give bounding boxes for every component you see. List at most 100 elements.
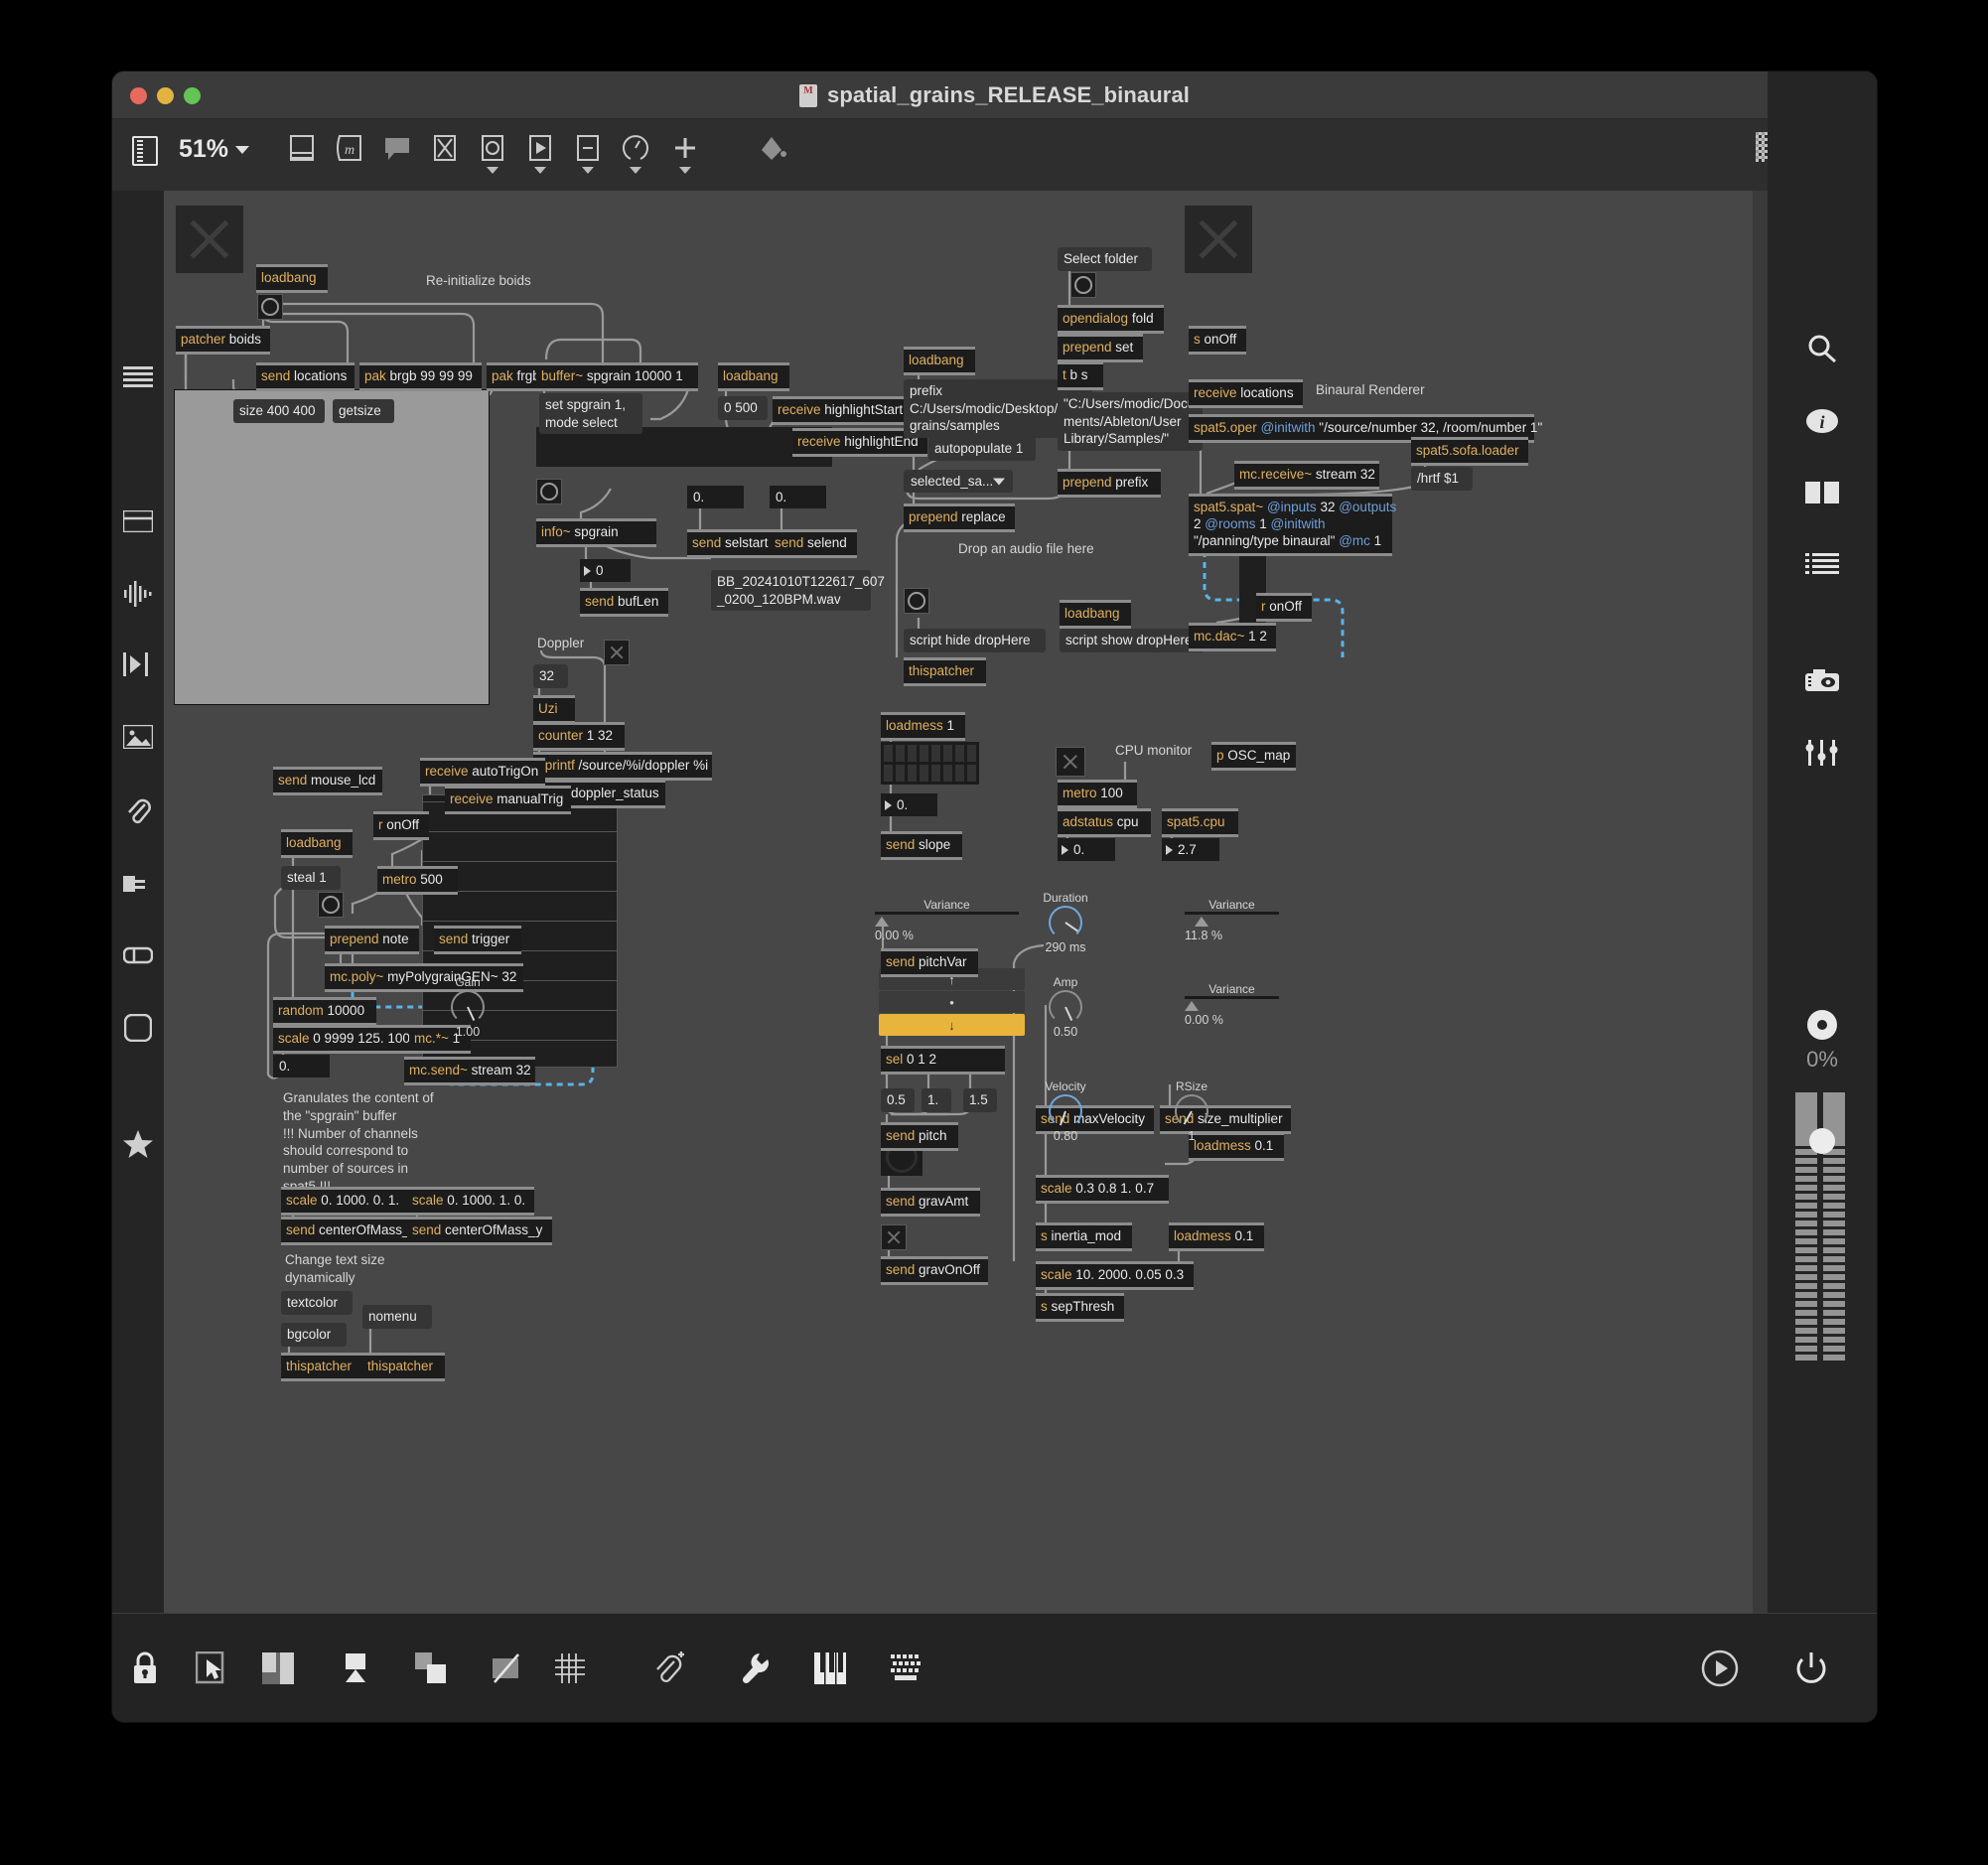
list-icon[interactable] bbox=[1800, 542, 1844, 586]
sliders-icon[interactable] bbox=[1800, 731, 1844, 775]
number-object-icon[interactable] bbox=[573, 133, 603, 174]
arrange-icon[interactable] bbox=[410, 1648, 452, 1689]
send_pitch-object[interactable]: send pitch bbox=[881, 1122, 958, 1151]
scale_cx-object[interactable]: scale 0. 1000. 0. 1. bbox=[281, 1187, 408, 1216]
msg_1-message[interactable]: 1. bbox=[922, 1088, 951, 1112]
bang-object-icon[interactable] bbox=[478, 133, 507, 174]
record-icon[interactable] bbox=[1800, 1003, 1844, 1047]
panels-icon[interactable] bbox=[1800, 471, 1844, 514]
random-object[interactable]: random 10000 bbox=[273, 997, 376, 1026]
num_slope-numbertri[interactable]: 0. bbox=[881, 793, 937, 816]
hamburger-menu-icon[interactable] bbox=[120, 359, 156, 395]
boids-lcd-display[interactable] bbox=[174, 389, 490, 705]
msg_wav-message[interactable]: BB_20241010T122617_607 _0200_120BPM.wav bbox=[711, 570, 885, 612]
num_sel1-number[interactable]: 0. bbox=[687, 486, 744, 508]
msg_hrtf-message[interactable]: /hrtf $1 bbox=[1411, 467, 1473, 491]
pitch-down-button[interactable]: ↓ bbox=[879, 1014, 1025, 1036]
lock-icon[interactable] bbox=[124, 1648, 166, 1689]
s_septhresh-object[interactable]: s sepThresh bbox=[1036, 1293, 1124, 1322]
adstatus-object[interactable]: adstatus cpu bbox=[1058, 808, 1151, 837]
k_gain-ring[interactable] bbox=[451, 990, 485, 1024]
send_trigger-object[interactable]: send trigger bbox=[434, 926, 521, 954]
send_selend-object[interactable]: send selend bbox=[770, 529, 857, 558]
loadbang_2-object[interactable]: loadbang bbox=[718, 362, 789, 391]
scale_03-object[interactable]: scale 0.3 0.8 1. 0.7 bbox=[1036, 1175, 1169, 1204]
patcher_boids-object[interactable]: patcher boids bbox=[176, 326, 270, 355]
r_onoff_left-object[interactable]: r onOff bbox=[373, 811, 429, 840]
t_b_s-object[interactable]: t b s bbox=[1058, 361, 1103, 390]
loadmess_01_b-object[interactable]: loadmess 0.1 bbox=[1169, 1222, 1264, 1251]
transport-icon[interactable] bbox=[120, 646, 156, 682]
thispatcher_2-object[interactable]: thispatcher bbox=[362, 1353, 445, 1381]
toggle-cpu-monitor[interactable] bbox=[1056, 747, 1085, 777]
k_amp-dial[interactable]: Amp 0.50 bbox=[1036, 975, 1095, 1039]
num_sel2-number[interactable]: 0. bbox=[770, 486, 826, 508]
metro_500-object[interactable]: metro 500 bbox=[377, 866, 458, 895]
msg_32-message[interactable]: 32 bbox=[533, 664, 568, 688]
power-button-icon[interactable] bbox=[1790, 1648, 1832, 1689]
prepend_replace-object[interactable]: prepend replace bbox=[904, 503, 1015, 532]
msg_selfolder-message[interactable]: Select folder bbox=[1058, 247, 1152, 271]
metro_100-object[interactable]: metro 100 bbox=[1058, 780, 1137, 808]
msg_15-message[interactable]: 1.5 bbox=[963, 1088, 997, 1112]
loadbang_5-object[interactable]: loadbang bbox=[1060, 600, 1131, 629]
bang-scripthide[interactable] bbox=[904, 588, 929, 614]
bang-topleft[interactable] bbox=[257, 294, 283, 320]
loadbang_3-object[interactable]: loadbang bbox=[281, 829, 353, 858]
info-icon[interactable]: i bbox=[1800, 399, 1844, 443]
msg_script_show-message[interactable]: script show dropHere bbox=[1060, 629, 1205, 652]
msg_textcolor-message[interactable]: textcolor bbox=[281, 1291, 353, 1315]
loadbang_1-object[interactable]: loadbang bbox=[256, 264, 328, 293]
piano-keyboard-icon[interactable] bbox=[809, 1648, 851, 1689]
sl_var_right1-slider[interactable]: Variance 11.8 % bbox=[1185, 898, 1279, 942]
s_onoff_top-object[interactable]: s onOff bbox=[1189, 326, 1246, 355]
num_adcpu-numbertri[interactable]: 0. bbox=[1058, 838, 1115, 861]
msg_userlib-message[interactable]: "C:/Users/modic/Docu ments/Ableton/User … bbox=[1058, 392, 1203, 451]
msg_bgcolor-message[interactable]: bgcolor bbox=[281, 1323, 347, 1347]
scale_10-object[interactable]: scale 10. 2000. 0.05 0.3 bbox=[1036, 1261, 1194, 1290]
recv_hstart-object[interactable]: receive highlightStart bbox=[773, 396, 910, 425]
send_slope-object[interactable]: send slope bbox=[881, 831, 962, 860]
pin-icon[interactable] bbox=[335, 1648, 376, 1689]
spat5_sofa-object[interactable]: spat5.sofa.loader bbox=[1411, 437, 1528, 466]
loadbang_4-object[interactable]: loadbang bbox=[904, 347, 975, 375]
sl_pitchvar-slider[interactable]: Variance 0.00 % bbox=[875, 898, 1019, 942]
k_velocity-dial[interactable]: Velocity 0.80 bbox=[1036, 1079, 1095, 1143]
recv_autotrig-object[interactable]: receive autoTrigOn bbox=[420, 758, 545, 787]
toggle-object-icon[interactable] bbox=[430, 133, 460, 163]
msg_script_hide-message[interactable]: script hide dropHere bbox=[904, 629, 1046, 652]
k_gain-dial[interactable]: Gain 1.00 bbox=[438, 975, 497, 1039]
spat5_cpu-object[interactable]: spat5.cpu bbox=[1162, 808, 1238, 837]
edit-cursor-icon[interactable] bbox=[190, 1648, 231, 1689]
send_com_y-object[interactable]: send centerOfMass_y bbox=[407, 1217, 552, 1245]
bang-selectfolder[interactable] bbox=[1070, 272, 1096, 298]
msg_setspgrain-message[interactable]: set spgrain 1, mode select bbox=[539, 393, 642, 435]
drawer-icon[interactable] bbox=[120, 503, 156, 539]
sl_var_right1-track[interactable] bbox=[1185, 912, 1279, 915]
sl_pitchvar-handle[interactable] bbox=[875, 917, 889, 927]
prepend_note-object[interactable]: prepend note bbox=[325, 926, 419, 954]
send_com_x-object[interactable]: send centerOfMass_x bbox=[281, 1217, 426, 1245]
playbar-object-icon[interactable] bbox=[525, 133, 555, 174]
spat5_spat-object[interactable]: spat5.spat~ @inputs 32 @outputs 2 @rooms… bbox=[1189, 494, 1396, 556]
bang-info[interactable] bbox=[536, 479, 562, 504]
loadmess_1-object[interactable]: loadmess 1 bbox=[881, 712, 965, 741]
search-icon[interactable] bbox=[1800, 328, 1844, 371]
paint-bucket-icon[interactable] bbox=[758, 133, 787, 163]
message-object-icon[interactable]: m bbox=[335, 133, 364, 163]
msg_autopop-message[interactable]: autopopulate 1 bbox=[928, 437, 1036, 461]
send_buflen-object[interactable]: send bufLen bbox=[580, 588, 668, 617]
buffer_spgrain-object[interactable]: buffer~ spgrain 10000 1 bbox=[536, 362, 698, 391]
p_osc_map-object[interactable]: p OSC_map bbox=[1211, 742, 1296, 771]
grid-icon[interactable] bbox=[549, 1648, 591, 1689]
thispatcher_3-object[interactable]: thispatcher bbox=[904, 657, 986, 686]
msg_getsize-message[interactable]: getsize bbox=[333, 399, 394, 423]
camera-icon[interactable] bbox=[1800, 659, 1844, 703]
sl_pitchvar-track[interactable] bbox=[875, 912, 1019, 915]
send_gravonoff-object[interactable]: send gravOnOff bbox=[881, 1256, 988, 1285]
sidebar-toggle-icon[interactable] bbox=[132, 136, 158, 166]
pak_brgb-object[interactable]: pak brgb 99 99 99 bbox=[359, 362, 482, 391]
k_duration-ring[interactable] bbox=[1049, 906, 1082, 939]
comment-object-icon[interactable] bbox=[382, 133, 412, 163]
counter-object[interactable]: counter 1 32 bbox=[533, 722, 625, 751]
